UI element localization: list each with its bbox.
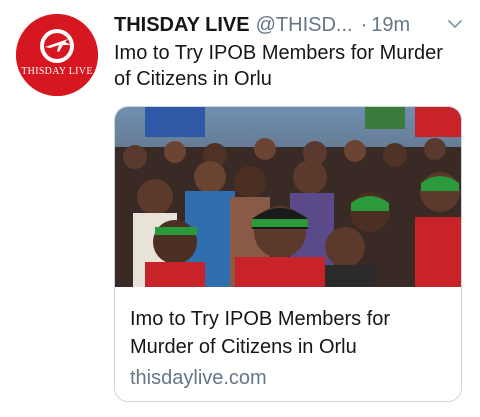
timestamp[interactable]: 19m — [371, 14, 410, 37]
chevron-down-icon[interactable] — [444, 13, 466, 35]
svg-text:THISDAY LIVE: THISDAY LIVE — [21, 66, 92, 77]
avatar[interactable]: THISDAY LIVE — [16, 14, 98, 96]
thisday-logo-icon: THISDAY LIVE — [16, 14, 98, 96]
tweet-header: THISDAY LIVE @THISD... · 19m — [114, 12, 466, 38]
tweet-text: Imo to Try IPOB Members for Murder of Ci… — [114, 42, 443, 90]
author-name[interactable]: THISDAY LIVE — [114, 14, 250, 37]
link-card[interactable]: Imo to Try IPOB Members for Murder of Ci… — [114, 106, 462, 402]
card-title: Imo to Try IPOB Members for Murder of Ci… — [130, 308, 391, 358]
card-image — [115, 107, 461, 287]
author-handle[interactable]: @THISD... — [256, 14, 353, 37]
separator-dot: · — [360, 13, 368, 36]
card-domain: thisdaylive.com — [130, 367, 267, 389]
